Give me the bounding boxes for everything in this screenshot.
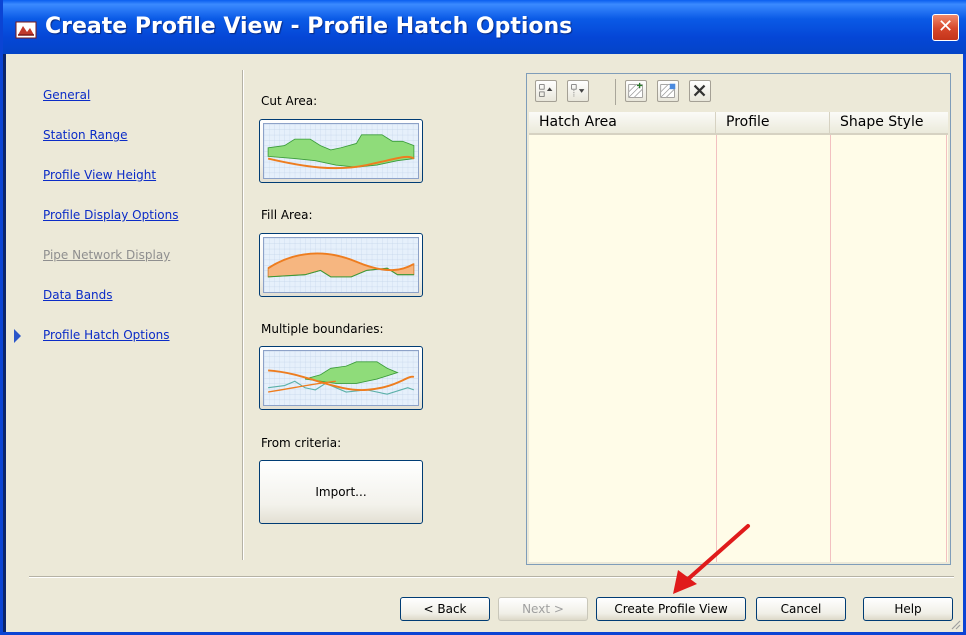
multiple-boundaries-preview xyxy=(263,350,419,406)
cut-area-icon xyxy=(264,124,418,178)
title-bar[interactable]: Create Profile View - Profile Hatch Opti… xyxy=(3,0,966,54)
import-button[interactable]: Import... xyxy=(259,460,423,524)
fill-area-icon xyxy=(264,238,418,292)
nav-item-data-bands[interactable]: Data Bands xyxy=(43,288,113,302)
red-arrow-annotation xyxy=(673,524,750,594)
delete-icon xyxy=(693,84,706,97)
hatch-grid-panel: Hatch Area Profile Shape Style xyxy=(526,73,951,565)
create-profile-view-button[interactable]: Create Profile View xyxy=(596,597,746,621)
dialog-window: Create Profile View - Profile Hatch Opti… xyxy=(0,0,966,635)
nav-item-station-range[interactable]: Station Range xyxy=(43,128,128,142)
app-icon xyxy=(15,21,37,39)
nav-item-pipe-network-display: Pipe Network Display xyxy=(43,248,171,262)
cut-area-button[interactable] xyxy=(259,119,423,183)
from-criteria-label: From criteria: xyxy=(261,436,342,450)
column-header-shape-style[interactable]: Shape Style xyxy=(830,112,948,133)
move-down-icon xyxy=(571,84,585,97)
grid-toolbar xyxy=(527,74,950,110)
hatch-add-icon xyxy=(628,82,643,98)
move-down-button[interactable] xyxy=(567,80,589,102)
multiple-boundaries-button[interactable] xyxy=(259,346,423,410)
hatch-grid-body[interactable] xyxy=(529,135,948,562)
edit-hatch-button[interactable] xyxy=(657,80,679,102)
close-button[interactable]: ✕ xyxy=(932,14,959,41)
delete-hatch-button[interactable] xyxy=(689,80,711,102)
add-hatch-button[interactable] xyxy=(625,80,647,102)
column-header-hatch-area[interactable]: Hatch Area xyxy=(529,112,716,133)
vertical-divider xyxy=(242,70,244,560)
toolbar-separator xyxy=(615,79,616,105)
help-button[interactable]: Help xyxy=(863,597,953,621)
close-icon: ✕ xyxy=(937,16,954,37)
column-divider xyxy=(830,135,831,562)
fill-area-label: Fill Area: xyxy=(261,208,313,222)
multiple-boundaries-label: Multiple boundaries: xyxy=(261,322,384,336)
window-title: Create Profile View - Profile Hatch Opti… xyxy=(45,14,573,39)
grid-header: Hatch Area Profile Shape Style xyxy=(529,112,948,135)
hatch-edit-icon xyxy=(660,83,676,98)
nav-item-general[interactable]: General xyxy=(43,88,90,102)
cancel-button[interactable]: Cancel xyxy=(756,597,846,621)
column-divider xyxy=(946,135,947,562)
cut-area-label: Cut Area: xyxy=(261,94,318,108)
column-divider xyxy=(716,135,717,562)
multiple-boundaries-icon xyxy=(264,351,418,405)
nav-item-profile-hatch-options[interactable]: Profile Hatch Options xyxy=(43,328,170,342)
fill-area-preview xyxy=(263,237,419,293)
resize-grip-icon[interactable] xyxy=(949,618,961,630)
current-step-arrow-icon xyxy=(14,329,21,343)
nav-item-profile-display-options[interactable]: Profile Display Options xyxy=(43,208,178,222)
horizontal-divider xyxy=(29,576,954,578)
wizard-nav: General Station Range Profile View Heigh… xyxy=(6,54,236,564)
column-header-profile[interactable]: Profile xyxy=(716,112,830,133)
next-button: Next > xyxy=(498,597,588,621)
fill-area-button[interactable] xyxy=(259,233,423,297)
back-button[interactable]: < Back xyxy=(400,597,490,621)
cut-area-preview xyxy=(263,123,419,179)
move-up-icon xyxy=(539,84,553,97)
dialog-client: General Station Range Profile View Heigh… xyxy=(6,54,963,632)
move-up-button[interactable] xyxy=(535,80,557,102)
nav-item-profile-view-height[interactable]: Profile View Height xyxy=(43,168,156,182)
